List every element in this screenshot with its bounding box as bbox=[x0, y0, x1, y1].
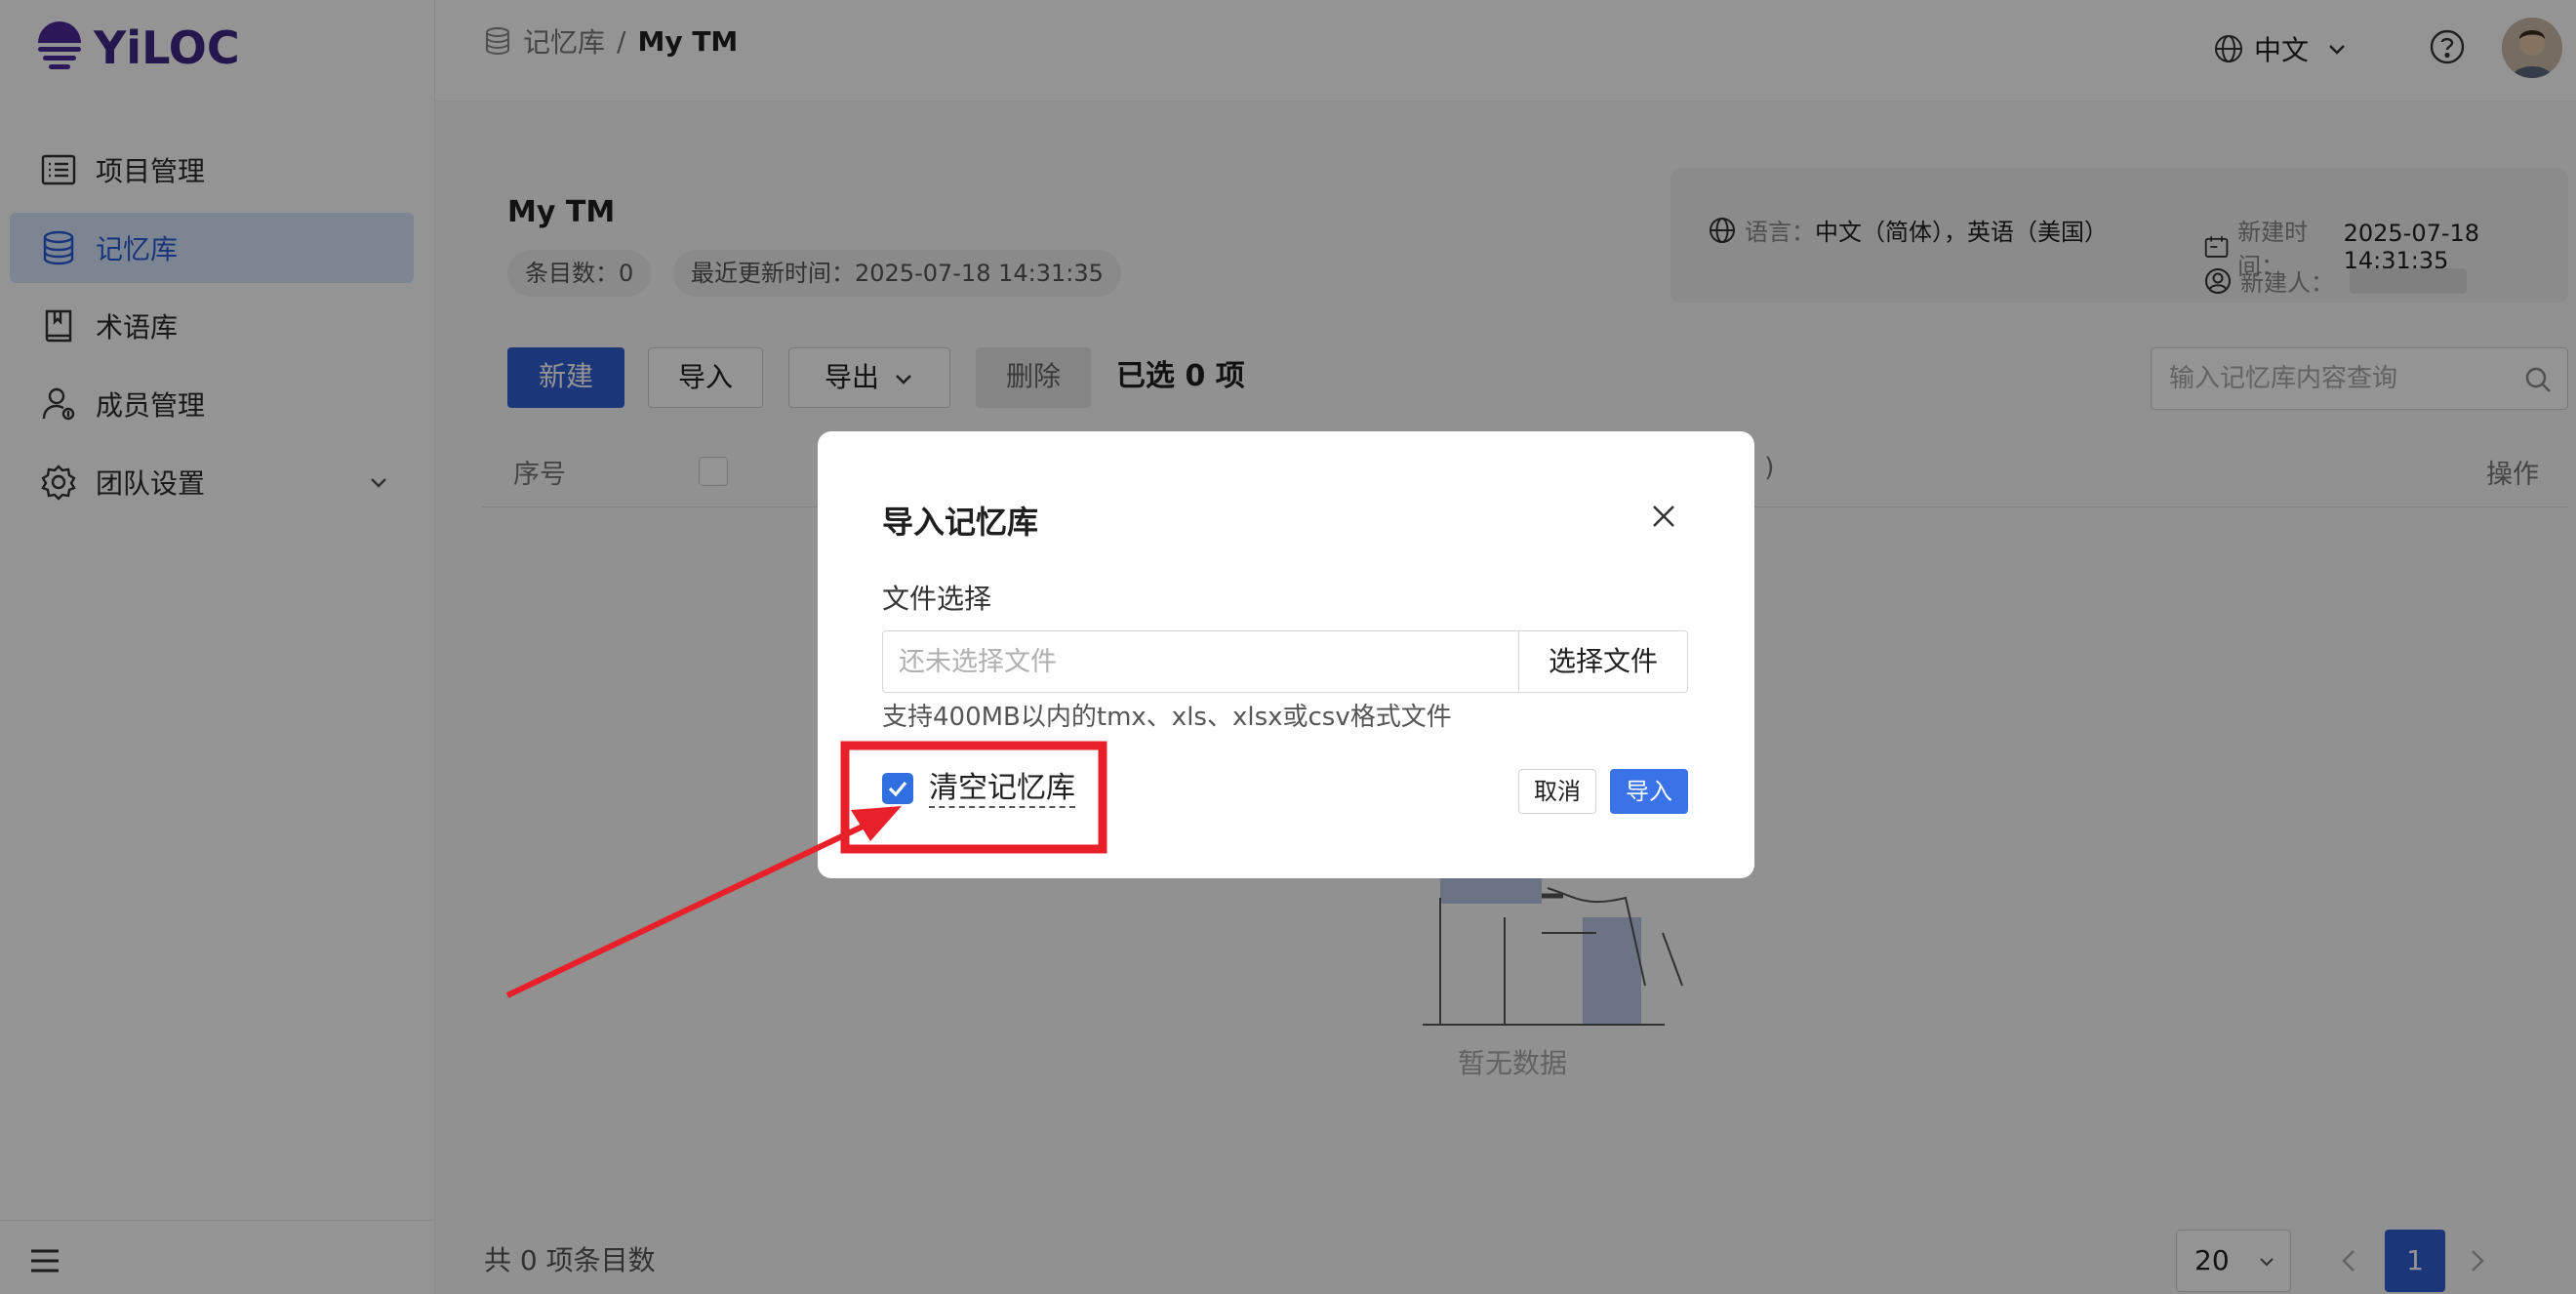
file-select-label: 文件选择 bbox=[882, 583, 992, 615]
close-icon[interactable] bbox=[1649, 502, 1678, 531]
dialog-title: 导入记忆库 bbox=[882, 504, 1039, 541]
file-path-input[interactable] bbox=[899, 631, 1504, 692]
import-memory-dialog: 导入记忆库 文件选择 选择文件 支持400MB以内的tmx、xls、xlsx或c… bbox=[818, 431, 1754, 878]
file-path-field bbox=[882, 630, 1518, 693]
clear-memory-label[interactable]: 清空记忆库 bbox=[929, 771, 1075, 808]
choose-file-button[interactable]: 选择文件 bbox=[1518, 630, 1688, 693]
check-icon bbox=[888, 781, 907, 797]
clear-memory-checkbox[interactable] bbox=[882, 773, 913, 804]
file-format-hint: 支持400MB以内的tmx、xls、xlsx或csv格式文件 bbox=[882, 703, 1452, 732]
cancel-button[interactable]: 取消 bbox=[1518, 769, 1596, 814]
confirm-import-button[interactable]: 导入 bbox=[1610, 769, 1688, 814]
